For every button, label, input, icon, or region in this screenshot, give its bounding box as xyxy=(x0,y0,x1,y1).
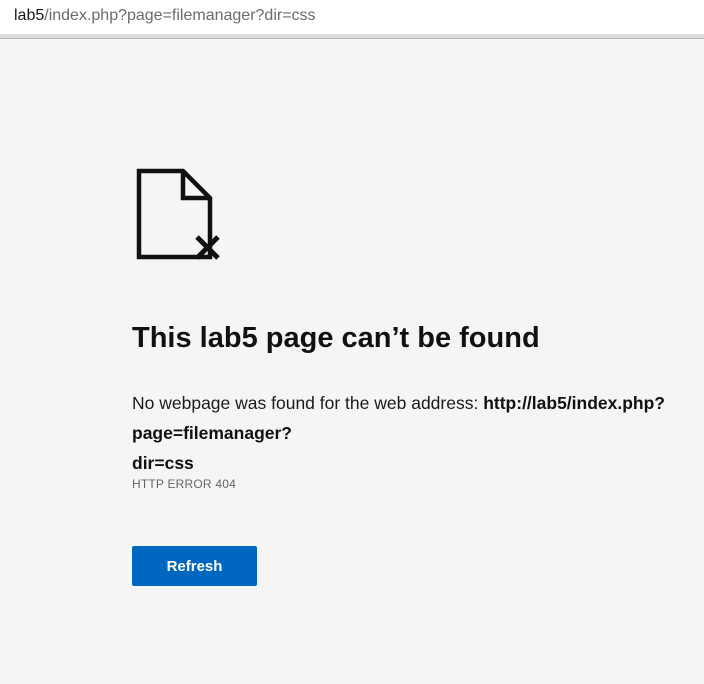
address-host: lab5 xyxy=(14,7,45,24)
error-code: HTTP ERROR 404 xyxy=(132,477,236,491)
address-url[interactable]: lab5/index.php?page=filemanager?dir=css xyxy=(14,6,316,26)
error-description-text: No webpage was found for the web address… xyxy=(132,393,484,413)
error-description: No webpage was found for the web address… xyxy=(132,388,704,478)
page-title: This lab5 page can’t be found xyxy=(132,322,540,354)
page-not-found-icon xyxy=(136,168,220,260)
refresh-button[interactable]: Refresh xyxy=(132,546,257,586)
address-bar-divider xyxy=(0,34,704,39)
error-url-line2: dir=css xyxy=(132,453,194,473)
address-bar[interactable]: lab5/index.php?page=filemanager?dir=css xyxy=(0,0,704,34)
address-path: /index.php?page=filemanager?dir=css xyxy=(44,7,316,24)
